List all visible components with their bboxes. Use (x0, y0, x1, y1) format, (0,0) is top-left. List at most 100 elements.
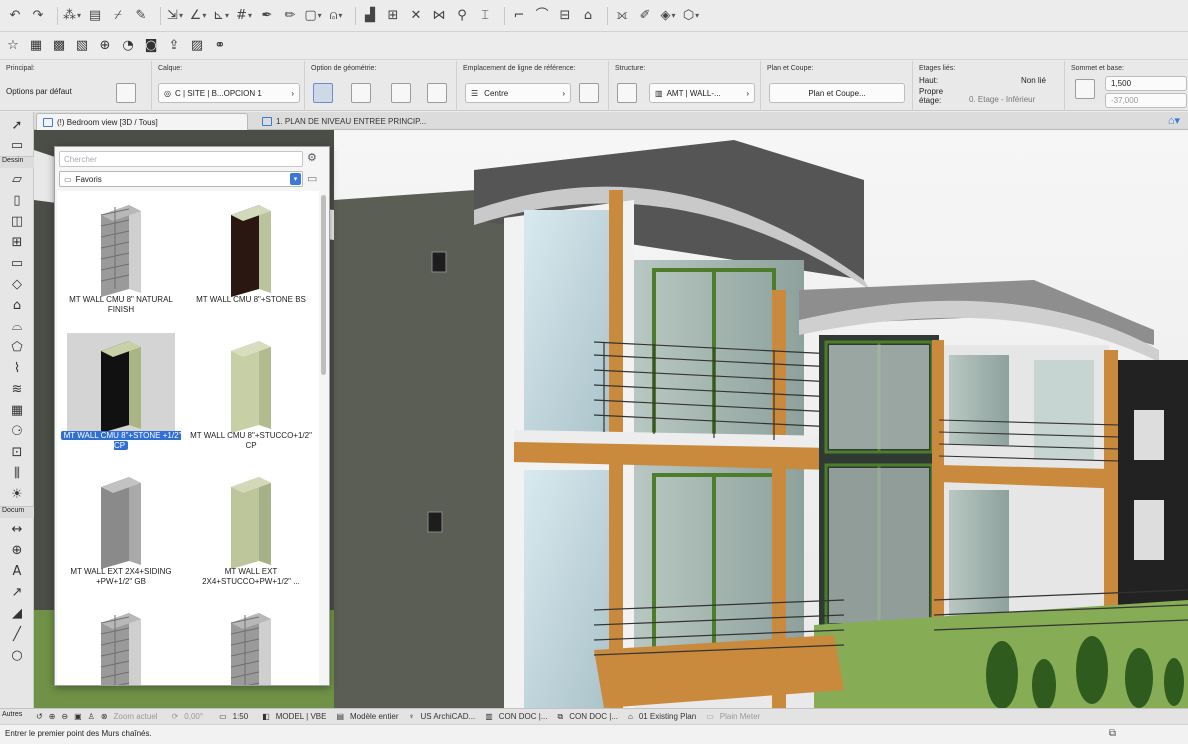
view-3d-icon[interactable]: ⬡ (682, 7, 700, 25)
level-icon[interactable]: ⊕ (7, 541, 27, 559)
model-view-value[interactable]: Modèle entier (350, 712, 398, 721)
layout-icon[interactable]: ▤ (86, 7, 104, 25)
object-icon[interactable]: ⚆ (7, 422, 27, 440)
dimension-icon[interactable]: ↔ (7, 520, 27, 538)
tab-floor-plan[interactable]: 1. PLAN DE NIVEAU ENTREE PRINCIP... (256, 113, 466, 130)
pen-set-value[interactable]: US ArchiCAD... (421, 712, 476, 721)
trapezoid-wall-icon[interactable] (391, 83, 411, 103)
window-icon[interactable]: ⧉ (1109, 728, 1116, 739)
pen-set-icon[interactable]: ♆ (409, 712, 415, 721)
mesh-icon[interactable]: ⌇ (7, 359, 27, 377)
section-icon[interactable]: ▩ (50, 37, 68, 55)
scale-value[interactable]: 1:50 (233, 712, 249, 721)
zoom-in-icon[interactable]: ⊕ (49, 712, 56, 721)
favorite-item[interactable]: MT WALL EXT 2X4+SIDING +PW+1/2" GB (57, 463, 185, 599)
favorite-item[interactable]: MT WALL CMU 8"+STONE BS (187, 191, 315, 327)
detail-icon[interactable]: ▨ (188, 37, 206, 55)
column-icon[interactable]: ▯ (7, 191, 27, 209)
orbit-icon[interactable]: ♙ (88, 712, 95, 721)
text-icon[interactable]: A (7, 562, 27, 580)
navigate-icon[interactable]: ⊗ (101, 712, 108, 721)
roof-icon[interactable]: ⌂ (7, 296, 27, 314)
wall-favorite-icon[interactable] (116, 83, 136, 103)
line-icon[interactable]: ╱ (7, 625, 27, 643)
plan-icon[interactable]: ▦ (27, 37, 45, 55)
structure-field[interactable]: ▥ AMT | WALL-... › (649, 83, 755, 103)
railing-icon[interactable]: ⫼ (7, 464, 27, 482)
align-icon[interactable]: ⊟ (556, 7, 574, 25)
paint-icon[interactable]: ✐ (636, 7, 654, 25)
home-icon[interactable]: ⌂ (579, 7, 597, 25)
arrow-tool-icon[interactable]: ⇲ (166, 7, 184, 25)
dimension-value[interactable]: Plain Meter (720, 712, 760, 721)
camera-icon[interactable]: ◔ (119, 37, 137, 55)
polygonal-wall-icon[interactable] (427, 83, 447, 103)
square-icon[interactable]: ▢ (304, 7, 322, 25)
slab-icon[interactable]: ◇ (7, 275, 27, 293)
marquee-icon[interactable]: ▭ (7, 136, 27, 154)
snap-guide-icon[interactable]: ⊾ (212, 7, 230, 25)
beam-icon[interactable]: ▭ (7, 254, 27, 272)
graphic-override-value[interactable]: CON DOC |... (569, 712, 618, 721)
base-height-field[interactable]: -37,000 (1105, 93, 1187, 108)
pen-icon[interactable]: ✒ (258, 7, 276, 25)
tab-3d-view[interactable]: (!) Bedroom view [3D / Tous] (36, 113, 248, 130)
favorite-item[interactable]: MT WALL CMU 8"+STUCCO+1/2" CP (187, 327, 315, 463)
door-icon[interactable]: ◫ (7, 212, 27, 230)
table-icon[interactable]: ⊞ (384, 7, 402, 25)
split-icon[interactable]: ⋈ (430, 7, 448, 25)
dimension-icon[interactable]: ▭ (706, 712, 714, 721)
magnify-icon[interactable]: ⚲ (453, 7, 471, 25)
label-icon[interactable]: ↗ (7, 583, 27, 601)
angle-value[interactable]: 0,00° (184, 712, 203, 721)
eyedropper-icon[interactable]: ⌿ (109, 7, 127, 25)
renovation-icon[interactable]: ⌂ (628, 712, 633, 721)
renovation-value[interactable]: 01 Existing Plan (639, 712, 696, 721)
folder-select[interactable]: ▭ Favoris ▾ (59, 171, 303, 187)
lock-icon[interactable]: ⍝ (327, 7, 345, 25)
favorite-item[interactable] (57, 599, 185, 685)
grid-snap-icon[interactable]: # (235, 7, 253, 25)
pencil-icon[interactable]: ✏ (281, 7, 299, 25)
star-icon[interactable]: ☆ (4, 37, 22, 55)
trim-icon[interactable]: ⌶ (476, 7, 494, 25)
model-view-icon[interactable]: ▤ (336, 712, 344, 721)
intersect-icon[interactable]: ⟗ (613, 7, 631, 25)
favorite-item[interactable] (187, 599, 315, 685)
shell-icon[interactable]: ⌓ (7, 317, 27, 335)
graphic-override-icon[interactable]: ⧉ (558, 712, 564, 722)
fill-icon[interactable]: ◢ (7, 604, 27, 622)
layer-combo-icon[interactable]: ◧ (262, 712, 270, 721)
top-height-field[interactable]: 1,500 (1105, 76, 1187, 91)
map-icon[interactable]: ▧ (73, 37, 91, 55)
plancoupe-button[interactable]: Plan et Coupe... (769, 83, 905, 103)
pointer-icon[interactable]: ➚ (7, 116, 27, 134)
globe-icon[interactable]: ⊕ (96, 37, 114, 55)
straight-wall-icon[interactable] (313, 83, 333, 103)
curve-icon[interactable]: ⌒ (533, 7, 551, 25)
corner-icon[interactable]: ⌐ (510, 7, 528, 25)
haut-value[interactable]: Non lié (1021, 76, 1046, 85)
layer-combo-value[interactable]: MODEL | VBE (276, 712, 327, 721)
teamwork-icon[interactable]: ⚭ (211, 37, 229, 55)
favorites-search-input[interactable] (59, 151, 303, 167)
favorite-item[interactable]: MT WALL CMU 8" NATURAL FINISH (57, 191, 185, 327)
cross-icon[interactable]: ✕ (407, 7, 425, 25)
window-icon[interactable]: ⊞ (7, 233, 27, 251)
magic-wand-icon[interactable]: ⁂ (63, 7, 81, 25)
view-options-icon[interactable]: ⌂▾ (1168, 114, 1180, 127)
stair-tool-icon[interactable]: ≋ (7, 380, 27, 398)
render-icon[interactable]: ◙ (142, 37, 160, 55)
palette-scrollbar[interactable] (321, 195, 326, 375)
stair-icon[interactable]: ▟ (361, 7, 379, 25)
scale-icon[interactable]: ▭ (219, 712, 227, 721)
curtain-wall-icon[interactable]: ▦ (7, 401, 27, 419)
lamp-icon[interactable]: ☀ (7, 485, 27, 503)
injection-icon[interactable]: ✎ (132, 7, 150, 25)
propre-value[interactable]: 0. Etage - Inférieur (969, 95, 1035, 104)
redo-icon[interactable]: ↷ (29, 7, 47, 25)
angle-icon[interactable]: ∠ (189, 7, 207, 25)
structure-type-icon[interactable] (617, 83, 637, 103)
refline-field[interactable]: ☰ Centre › (465, 83, 571, 103)
favorite-item[interactable]: MT WALL CMU 8"+STONE +1/2" CP (57, 327, 185, 463)
